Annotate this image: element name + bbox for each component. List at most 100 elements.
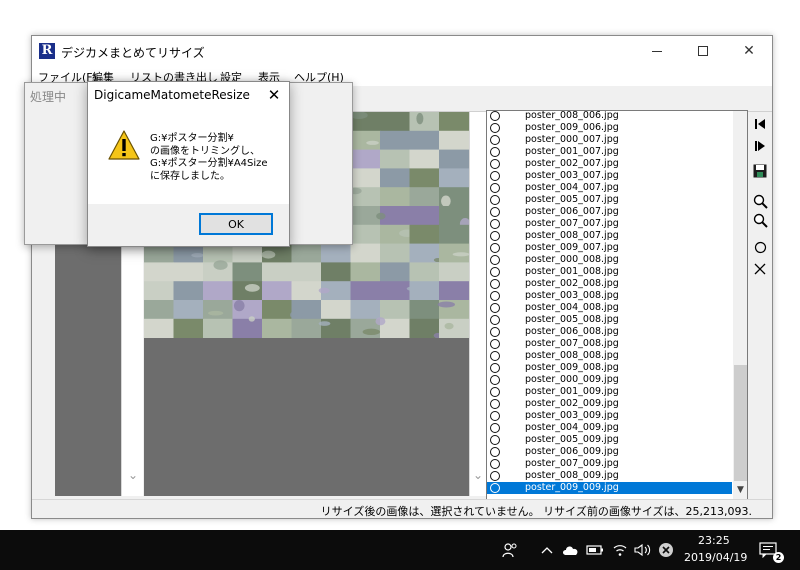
list-item[interactable]: poster_009_007.jpg bbox=[487, 242, 732, 254]
scroll-down-icon[interactable]: ⌄ bbox=[126, 468, 140, 482]
show-hidden-icons-icon[interactable] bbox=[537, 540, 557, 560]
preview-scrollbar[interactable]: ⌄ bbox=[469, 112, 486, 496]
list-item[interactable]: poster_002_008.jpg bbox=[487, 278, 732, 290]
radio-icon[interactable] bbox=[490, 363, 500, 373]
list-item[interactable]: poster_008_006.jpg bbox=[487, 111, 732, 122]
file-name: poster_007_009.jpg bbox=[525, 458, 619, 469]
close-button[interactable]: ✕ bbox=[726, 36, 772, 66]
radio-icon[interactable] bbox=[490, 351, 500, 361]
list-item[interactable]: poster_005_008.jpg bbox=[487, 314, 732, 326]
people-icon[interactable] bbox=[500, 540, 520, 560]
radio-icon[interactable] bbox=[490, 375, 500, 385]
list-item[interactable]: poster_007_008.jpg bbox=[487, 338, 732, 350]
radio-icon[interactable] bbox=[490, 459, 500, 469]
zoom-in-icon[interactable] bbox=[751, 192, 769, 210]
file-name: poster_005_007.jpg bbox=[525, 194, 619, 205]
radio-icon[interactable] bbox=[490, 339, 500, 349]
list-item[interactable]: poster_002_007.jpg bbox=[487, 158, 732, 170]
battery-icon[interactable] bbox=[585, 540, 605, 560]
list-item[interactable]: poster_000_009.jpg bbox=[487, 374, 732, 386]
ok-button[interactable]: OK bbox=[199, 213, 273, 235]
radio-icon[interactable] bbox=[490, 435, 500, 445]
title-bar[interactable]: R デジカメまとめてリサイズ ✕ bbox=[32, 36, 772, 66]
radio-icon[interactable] bbox=[490, 315, 500, 325]
list-item[interactable]: poster_001_008.jpg bbox=[487, 266, 732, 278]
list-item[interactable]: poster_004_009.jpg bbox=[487, 422, 732, 434]
clock-date[interactable]: 2019/04/19 bbox=[684, 551, 747, 564]
radio-icon[interactable] bbox=[490, 447, 500, 457]
list-item[interactable]: poster_009_009.jpg bbox=[487, 482, 732, 494]
radio-icon[interactable] bbox=[490, 471, 500, 481]
list-item[interactable]: poster_004_007.jpg bbox=[487, 182, 732, 194]
list-item[interactable]: poster_002_009.jpg bbox=[487, 398, 732, 410]
circle-icon[interactable] bbox=[751, 238, 769, 256]
list-item[interactable]: poster_003_009.jpg bbox=[487, 410, 732, 422]
file-name: poster_005_008.jpg bbox=[525, 314, 619, 325]
file-name: poster_006_007.jpg bbox=[525, 206, 619, 217]
list-item[interactable]: poster_003_008.jpg bbox=[487, 290, 732, 302]
radio-icon[interactable] bbox=[490, 255, 500, 265]
list-item[interactable]: poster_000_008.jpg bbox=[487, 254, 732, 266]
zoom-out-icon[interactable] bbox=[751, 211, 769, 229]
list-item[interactable]: poster_000_007.jpg bbox=[487, 134, 732, 146]
step-back-icon[interactable] bbox=[751, 115, 769, 133]
list-item[interactable]: poster_009_006.jpg bbox=[487, 122, 732, 134]
radio-icon[interactable] bbox=[490, 171, 500, 181]
preview-scroll-down-icon[interactable]: ⌄ bbox=[471, 468, 485, 482]
radio-icon[interactable] bbox=[490, 423, 500, 433]
error-status-icon[interactable] bbox=[656, 540, 676, 560]
cloud-icon[interactable] bbox=[561, 540, 581, 560]
save-icon[interactable] bbox=[751, 162, 769, 180]
list-item[interactable]: poster_008_009.jpg bbox=[487, 470, 732, 482]
radio-icon[interactable] bbox=[490, 183, 500, 193]
list-item[interactable]: poster_007_009.jpg bbox=[487, 458, 732, 470]
radio-icon[interactable] bbox=[490, 159, 500, 169]
file-list-scroll-down-icon[interactable]: ▼ bbox=[733, 483, 747, 497]
radio-icon[interactable] bbox=[490, 147, 500, 157]
list-item[interactable]: poster_006_008.jpg bbox=[487, 326, 732, 338]
clock-time[interactable]: 23:25 bbox=[698, 534, 730, 547]
list-item[interactable]: poster_008_008.jpg bbox=[487, 350, 732, 362]
radio-icon[interactable] bbox=[490, 111, 500, 121]
list-item[interactable]: poster_003_007.jpg bbox=[487, 170, 732, 182]
list-item[interactable]: poster_005_007.jpg bbox=[487, 194, 732, 206]
wifi-icon[interactable] bbox=[610, 540, 630, 560]
list-item[interactable]: poster_005_009.jpg bbox=[487, 434, 732, 446]
dialog-close-icon[interactable]: ✕ bbox=[258, 82, 290, 108]
radio-icon[interactable] bbox=[490, 387, 500, 397]
radio-icon[interactable] bbox=[490, 303, 500, 313]
minimize-button[interactable] bbox=[634, 36, 680, 66]
volume-icon[interactable] bbox=[633, 540, 653, 560]
file-list-scroll-thumb[interactable] bbox=[734, 365, 747, 481]
step-forward-icon[interactable] bbox=[751, 137, 769, 155]
cross-icon[interactable] bbox=[751, 260, 769, 278]
radio-icon[interactable] bbox=[490, 411, 500, 421]
file-list[interactable]: poster_008_006.jpg poster_009_006.jpg post… bbox=[486, 110, 748, 500]
radio-icon[interactable] bbox=[490, 243, 500, 253]
radio-icon[interactable] bbox=[490, 123, 500, 133]
list-item[interactable]: poster_007_007.jpg bbox=[487, 218, 732, 230]
list-item[interactable]: poster_001_007.jpg bbox=[487, 146, 732, 158]
radio-icon[interactable] bbox=[490, 207, 500, 217]
radio-icon[interactable] bbox=[490, 483, 500, 493]
app-logo-icon: R bbox=[39, 43, 55, 59]
radio-icon[interactable] bbox=[490, 195, 500, 205]
radio-icon[interactable] bbox=[490, 291, 500, 301]
radio-icon[interactable] bbox=[490, 327, 500, 337]
radio-icon[interactable] bbox=[490, 279, 500, 289]
list-item[interactable]: poster_001_009.jpg bbox=[487, 386, 732, 398]
file-name: poster_002_007.jpg bbox=[525, 158, 619, 169]
radio-icon[interactable] bbox=[490, 219, 500, 229]
radio-icon[interactable] bbox=[490, 135, 500, 145]
list-item[interactable]: poster_004_008.jpg bbox=[487, 302, 732, 314]
radio-icon[interactable] bbox=[490, 267, 500, 277]
file-list-scrollbar[interactable]: ▼ bbox=[733, 111, 747, 499]
radio-icon[interactable] bbox=[490, 231, 500, 241]
list-item[interactable]: poster_006_007.jpg bbox=[487, 206, 732, 218]
radio-icon[interactable] bbox=[490, 399, 500, 409]
maximize-button[interactable] bbox=[680, 36, 726, 66]
list-item[interactable]: poster_008_007.jpg bbox=[487, 230, 732, 242]
list-item[interactable]: poster_009_008.jpg bbox=[487, 362, 732, 374]
list-item[interactable]: poster_006_009.jpg bbox=[487, 446, 732, 458]
file-name: poster_000_007.jpg bbox=[525, 134, 619, 145]
